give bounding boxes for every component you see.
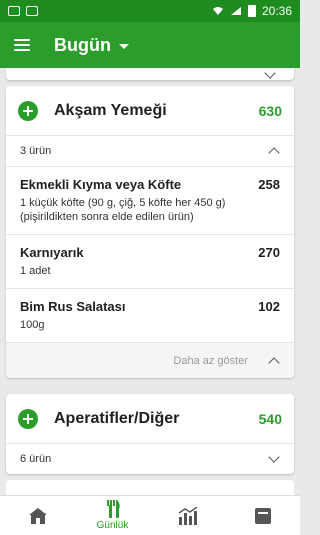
gallery-icon — [26, 6, 38, 16]
food-item[interactable]: Bim Rus Salatası 102 100g — [6, 288, 294, 342]
meal-calories: 540 — [258, 410, 282, 427]
add-food-button[interactable] — [18, 100, 38, 121]
food-calories: 258 — [258, 177, 280, 192]
app-bar: Bugün — [0, 22, 300, 68]
add-food-button[interactable] — [18, 408, 38, 429]
chevron-up-icon — [268, 147, 280, 159]
battery-icon — [247, 5, 256, 17]
show-less-link[interactable]: Daha az göster — [173, 355, 248, 367]
signal-icon — [230, 7, 241, 15]
status-bar: 20:36 — [0, 0, 300, 22]
status-time: 20:36 — [261, 4, 292, 18]
notification-icon — [8, 6, 20, 16]
chevron-up-icon — [268, 356, 280, 369]
meal-title: Aperatifler/Diğer — [54, 409, 180, 427]
page-title: Bugün — [54, 34, 111, 55]
meal-header: Aperatifler/Diğer 540 — [6, 394, 294, 444]
food-portion: 1 küçük köfte (90 g, çiğ, 5 köfte her 45… — [20, 197, 226, 223]
diary-icon — [106, 500, 120, 518]
date-selector[interactable]: Bugün — [54, 35, 129, 56]
food-calories: 270 — [258, 245, 280, 260]
dropdown-caret-icon — [118, 43, 129, 49]
chevron-down-icon — [268, 451, 280, 463]
chevron-down-icon — [264, 68, 276, 79]
meal-calories: 630 — [258, 102, 282, 119]
meal-title: Akşam Yemeği — [54, 101, 167, 119]
food-item[interactable]: Karnıyarık 270 1 adet — [6, 234, 294, 288]
menu-icon[interactable] — [14, 39, 30, 51]
meal-card-snacks: Aperatifler/Diğer 540 6 ürün — [6, 394, 294, 474]
item-count: 6 ürün — [20, 453, 52, 465]
food-portion: 1 adet — [20, 265, 51, 277]
next-meal-card — [6, 480, 294, 495]
food-name: Ekmekli Kıyma veya Köfte — [20, 177, 182, 192]
item-count: 3 ürün — [20, 145, 52, 157]
nav-diary[interactable]: Günlük — [75, 496, 150, 535]
nav-progress[interactable] — [150, 496, 225, 535]
meal-header: Akşam Yemeği 630 — [6, 86, 294, 136]
notebook-icon — [254, 507, 271, 524]
nav-diary-label: Günlük — [96, 520, 129, 531]
wifi-icon — [212, 7, 223, 15]
food-portion: 100g — [20, 319, 45, 331]
food-item[interactable]: Ekmekli Kıyma veya Köfte 258 1 küçük köf… — [6, 166, 294, 234]
home-icon — [28, 507, 47, 524]
item-count-row[interactable]: 6 ürün — [6, 444, 294, 474]
meal-card-dinner: Akşam Yemeği 630 3 ürün Ekmekli Kıyma ve… — [6, 86, 294, 378]
show-less-row[interactable]: Daha az göster — [6, 342, 294, 378]
food-calories: 102 — [258, 299, 280, 314]
bottom-navigation: Günlük — [0, 495, 300, 535]
nav-notes[interactable] — [225, 496, 300, 535]
progress-icon — [178, 506, 197, 525]
previous-meal-card — [6, 68, 294, 80]
item-count-row[interactable]: 3 ürün — [6, 136, 294, 166]
food-name: Bim Rus Salatası — [20, 299, 126, 314]
nav-home[interactable] — [0, 496, 75, 535]
food-name: Karnıyarık — [20, 245, 84, 260]
diary-content[interactable]: Akşam Yemeği 630 3 ürün Ekmekli Kıyma ve… — [0, 68, 300, 495]
